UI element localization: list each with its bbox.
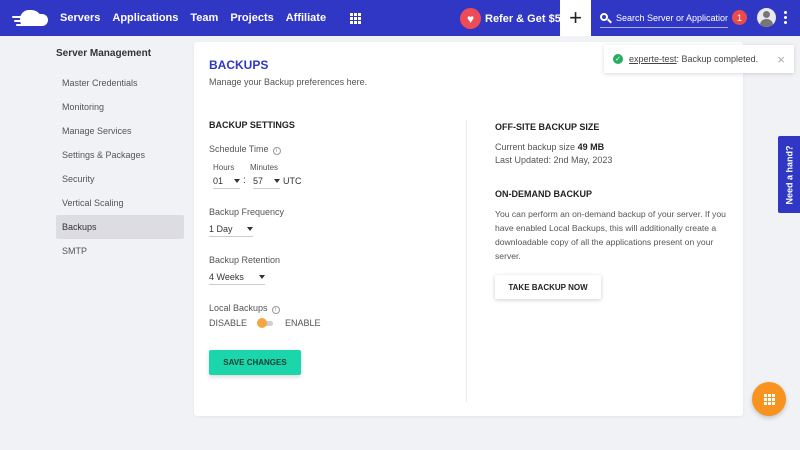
minutes-label: Minutes [250, 163, 279, 172]
backup-completed-toast: ✓ experte-test: Backup completed. × [604, 45, 794, 73]
offsite-backup-size-title: OFF-SITE BACKUP SIZE [495, 122, 600, 132]
info-icon[interactable]: i [271, 306, 280, 314]
disable-label: DISABLE [209, 318, 248, 328]
last-updated: Last Updated: 2nd May, 2023 [495, 155, 613, 165]
sidebar-item-master-credentials[interactable]: Master Credentials [56, 71, 184, 95]
time-separator: : [243, 175, 246, 186]
schedule-time-text: Schedule Time [209, 144, 269, 154]
toast-text: : Backup completed. [676, 54, 759, 64]
chevron-down-icon [274, 178, 280, 183]
need-a-hand-label: Need a hand? [784, 144, 795, 205]
page-subtitle: Manage your Backup preferences here. [209, 77, 368, 87]
enable-label: ENABLE [285, 318, 321, 328]
save-changes-button[interactable]: SAVE CHANGES [209, 350, 301, 375]
chevron-down-icon [259, 274, 265, 279]
server-management-sidebar: Server Management Master Credentials Mon… [56, 48, 184, 263]
top-navigation-bar: Servers Applications Team Projects Affil… [0, 0, 800, 36]
on-demand-description: You can perform an on-demand backup of y… [495, 209, 726, 261]
need-a-hand-tab[interactable]: Need a hand? [778, 136, 800, 213]
local-backups-label: Local Backups i [209, 303, 280, 314]
sidebar-item-backups[interactable]: Backups [56, 215, 184, 239]
sidebar-item-smtp[interactable]: SMTP [56, 239, 184, 263]
minutes-select[interactable]: 57 [253, 173, 280, 189]
backup-settings-title: BACKUP SETTINGS [209, 120, 295, 130]
toast-server-link[interactable]: experte-test [629, 54, 677, 64]
chevron-down-icon [247, 226, 253, 231]
minutes-value: 57 [253, 175, 264, 186]
column-divider [466, 120, 467, 402]
toast-message: experte-test: Backup completed. [629, 54, 758, 64]
add-button[interactable]: + [560, 0, 591, 36]
check-circle-icon: ✓ [613, 54, 623, 64]
search-icon [600, 12, 612, 24]
take-backup-now-button[interactable]: TAKE BACKUP NOW [495, 275, 601, 299]
timezone-label: UTC [283, 176, 302, 186]
nav-affiliate[interactable]: Affiliate [286, 12, 326, 24]
nav-applications[interactable]: Applications [112, 12, 178, 24]
current-backup-size-value: 49 MB [577, 142, 605, 152]
search-input[interactable] [616, 13, 728, 23]
retention-value: 4 Weeks [209, 271, 244, 282]
apps-grid-fab[interactable] [752, 382, 786, 416]
cloudways-logo-icon[interactable] [12, 8, 50, 28]
close-icon[interactable]: × [777, 52, 785, 67]
backups-card: BACKUPS Manage your Backup preferences h… [194, 42, 743, 416]
current-backup-size: Current backup size 49 MB [495, 140, 604, 154]
sidebar-item-monitoring[interactable]: Monitoring [56, 95, 184, 119]
local-backups-toggle[interactable] [257, 318, 275, 328]
page-title: BACKUPS [209, 58, 269, 72]
main-nav: Servers Applications Team Projects Affil… [60, 12, 338, 24]
schedule-time-label: Schedule Time i [209, 144, 281, 155]
sidebar-title: Server Management [56, 48, 152, 59]
hours-label: Hours [213, 163, 235, 172]
refer-label: Refer & Get $50 [485, 12, 567, 25]
nav-servers[interactable]: Servers [60, 12, 100, 24]
sidebar-item-settings-packages[interactable]: Settings & Packages [56, 143, 184, 167]
info-icon[interactable]: i [272, 147, 281, 155]
user-avatar-icon[interactable] [757, 8, 776, 27]
backup-frequency-label: Backup Frequency [209, 207, 285, 217]
search-bar [600, 9, 728, 28]
nav-projects[interactable]: Projects [230, 12, 273, 24]
refer-button[interactable]: ♥ Refer & Get $50 [460, 8, 567, 29]
current-backup-size-label: Current backup size [495, 142, 576, 152]
nav-team[interactable]: Team [190, 12, 218, 24]
sidebar-item-vertical-scaling[interactable]: Vertical Scaling [56, 191, 184, 215]
backup-frequency-select[interactable]: 1 Day [209, 221, 253, 237]
heart-icon: ♥ [460, 8, 481, 29]
frequency-value: 1 Day [209, 223, 233, 234]
chevron-down-icon [234, 178, 240, 183]
local-backups-toggle-row: DISABLE ENABLE [209, 318, 321, 328]
backup-retention-select[interactable]: 4 Weeks [209, 269, 265, 285]
notification-badge[interactable]: 1 [732, 10, 747, 25]
hours-select[interactable]: 01 [213, 173, 240, 189]
more-options-icon[interactable] [784, 11, 787, 24]
apps-grid-icon[interactable] [350, 12, 362, 24]
grid-icon [763, 393, 775, 405]
on-demand-backup-title: ON-DEMAND BACKUP [495, 189, 592, 199]
local-backups-text: Local Backups [209, 303, 268, 313]
backup-retention-label: Backup Retention [209, 255, 281, 265]
sidebar-item-security[interactable]: Security [56, 167, 184, 191]
hours-value: 01 [213, 175, 224, 186]
sidebar-item-manage-services[interactable]: Manage Services [56, 119, 184, 143]
